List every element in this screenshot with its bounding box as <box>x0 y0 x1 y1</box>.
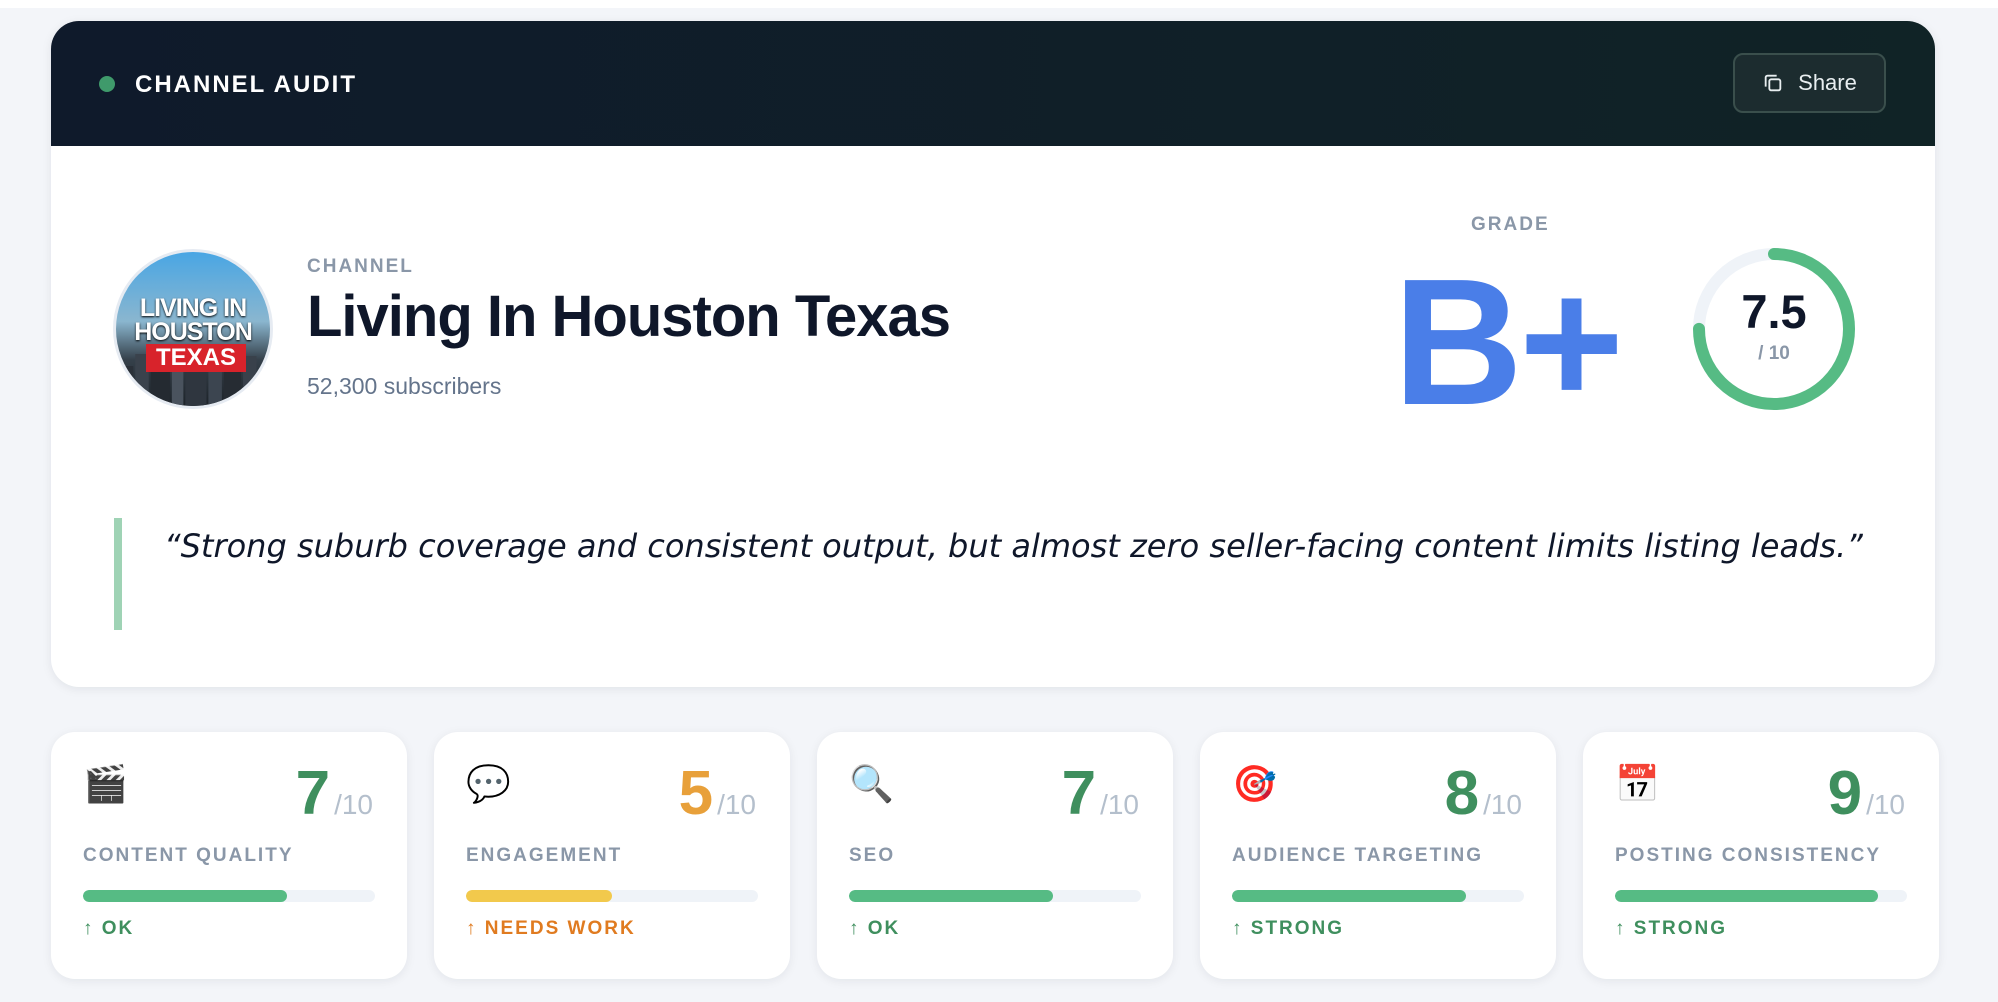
metric-score: 7/10 <box>1062 762 1139 826</box>
metric-card[interactable]: 🔍 7/10 SEO ↑ OK <box>817 732 1173 979</box>
metric-max: /10 <box>1100 789 1139 820</box>
metric-card[interactable]: 📅 9/10 POSTING CONSISTENCY ↑ STRONG <box>1583 732 1939 979</box>
score-value: 7.5 <box>1741 285 1807 338</box>
metric-progress-track <box>1232 890 1524 902</box>
summary-quote: “Strong suburb coverage and consistent o… <box>114 518 1894 630</box>
metric-progress-fill <box>1615 890 1878 902</box>
metric-card[interactable]: 🎬 7/10 CONTENT QUALITY ↑ OK <box>51 732 407 979</box>
share-button[interactable]: Share <box>1733 53 1886 113</box>
metric-score: 5/10 <box>679 762 756 826</box>
status-dot-icon <box>99 76 115 92</box>
channel-avatar[interactable]: LIVING IN HOUSTON TEXAS <box>113 249 273 409</box>
metric-status: ↑ STRONG <box>1232 918 1345 939</box>
grade-letter: B+ <box>1393 242 1624 443</box>
clapper-icon: 🎬 <box>83 763 128 804</box>
metric-status: ↑ OK <box>83 918 135 939</box>
channel-label: CHANNEL <box>307 256 414 277</box>
speech-bubble-icon: 💬 <box>466 763 511 804</box>
header-title: CHANNEL AUDIT <box>135 71 357 98</box>
subscriber-count: 52,300 subscribers <box>307 373 502 399</box>
metric-value: 8 <box>1444 759 1480 828</box>
metric-status: ↑ OK <box>849 918 901 939</box>
metric-max: /10 <box>717 789 756 820</box>
metric-value: 7 <box>295 759 331 828</box>
metric-value: 5 <box>678 759 714 828</box>
metric-progress-track <box>83 890 375 902</box>
metric-status: ↑ NEEDS WORK <box>466 918 636 939</box>
metric-label: AUDIENCE TARGETING <box>1232 845 1483 866</box>
metric-status: ↑ STRONG <box>1615 918 1728 939</box>
metric-progress-track <box>1615 890 1907 902</box>
metric-label: CONTENT QUALITY <box>83 845 294 866</box>
magnifier-icon: 🔍 <box>849 763 894 804</box>
metric-progress-fill <box>1232 890 1466 902</box>
metric-progress-track <box>849 890 1141 902</box>
metric-max: /10 <box>1866 789 1905 820</box>
share-label: Share <box>1798 70 1857 95</box>
calendar-icon: 📅 <box>1615 763 1660 804</box>
metric-progress-fill <box>849 890 1054 902</box>
metric-progress-track <box>466 890 758 902</box>
score-max: / 10 <box>1758 343 1790 364</box>
metric-value: 7 <box>1061 759 1097 828</box>
avatar-text-badge: TEXAS <box>146 344 246 372</box>
avatar-text: LIVING IN HOUSTON <box>134 294 253 346</box>
page: CHANNEL AUDIT Share LIVING IN HOUSTON TE… <box>0 0 1998 1002</box>
metric-score: 7/10 <box>296 762 373 826</box>
metric-label: ENGAGEMENT <box>466 845 623 866</box>
metric-max: /10 <box>334 789 373 820</box>
metric-max: /10 <box>1483 789 1522 820</box>
copy-icon <box>1764 74 1782 92</box>
audit-card: CHANNEL AUDIT Share LIVING IN HOUSTON TE… <box>51 21 1935 687</box>
metric-score: 8/10 <box>1445 762 1522 826</box>
header-bar: CHANNEL AUDIT Share <box>51 21 1935 146</box>
top-strip <box>0 0 1998 8</box>
grade-label: GRADE <box>1471 214 1550 235</box>
metric-card[interactable]: 💬 5/10 ENGAGEMENT ↑ NEEDS WORK <box>434 732 790 979</box>
metric-card[interactable]: 🎯 8/10 AUDIENCE TARGETING ↑ STRONG <box>1200 732 1556 979</box>
metric-label: SEO <box>849 845 896 866</box>
target-icon: 🎯 <box>1232 763 1277 804</box>
metric-score: 9/10 <box>1828 762 1905 826</box>
metric-label: POSTING CONSISTENCY <box>1615 845 1882 866</box>
metric-value: 9 <box>1827 759 1863 828</box>
channel-name: Living In Houston Texas <box>307 284 951 349</box>
metric-progress-fill <box>83 890 288 902</box>
metric-progress-fill <box>466 890 612 902</box>
